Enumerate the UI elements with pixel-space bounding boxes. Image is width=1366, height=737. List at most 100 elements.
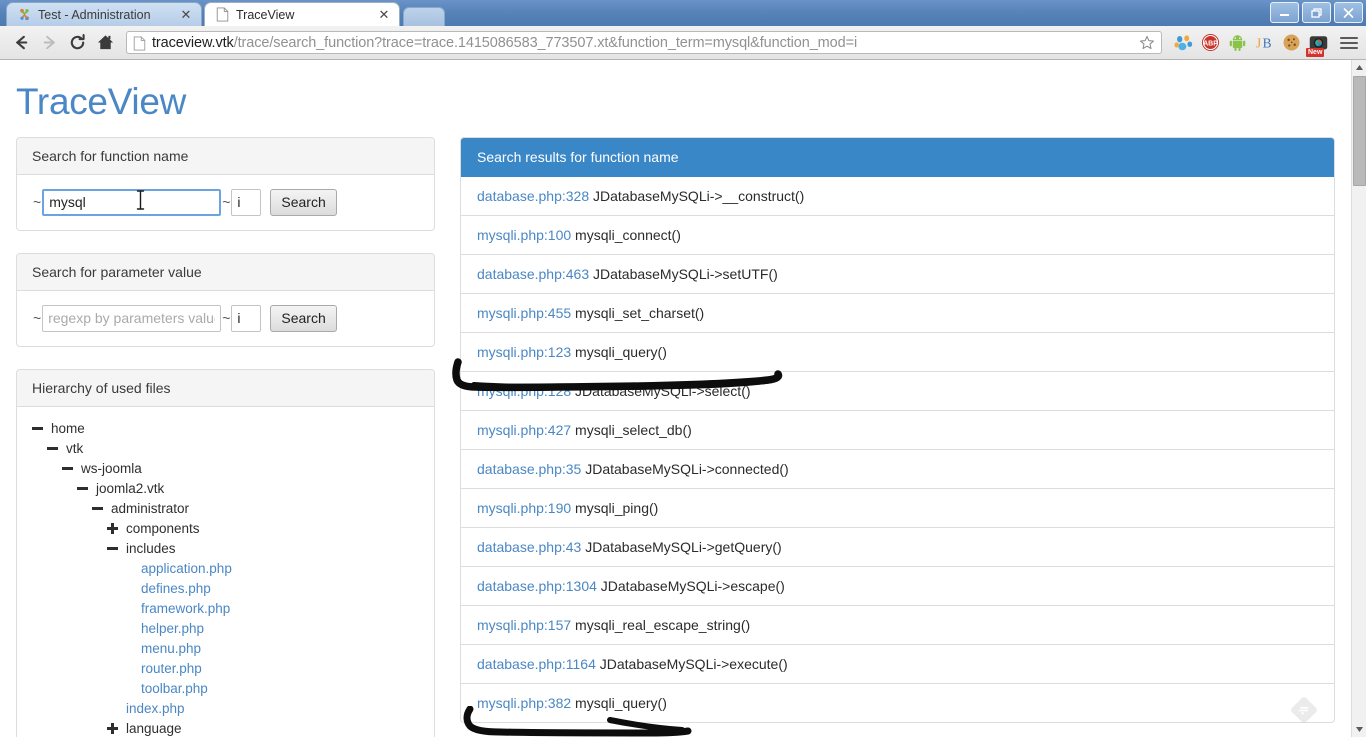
regex-tilde-prefix: ~ — [33, 194, 42, 211]
search-result-row[interactable]: mysqli.php:455 mysqli_set_charset() — [461, 294, 1334, 333]
search-result-row[interactable]: mysqli.php:157 mysqli_real_escape_string… — [461, 606, 1334, 645]
close-button[interactable] — [1334, 2, 1363, 23]
tree-node[interactable]: home — [32, 419, 419, 439]
collapse-toggle-icon[interactable] — [62, 462, 75, 475]
search-result-row[interactable]: database.php:43 JDatabaseMySQLi->getQuer… — [461, 528, 1334, 567]
tree-node[interactable]: vtk — [32, 439, 419, 459]
tree-node[interactable]: framework.php — [32, 599, 419, 619]
search-result-location-link[interactable]: mysqli.php:100 — [477, 227, 571, 243]
scroll-up-arrow-icon[interactable] — [1352, 60, 1366, 75]
tree-file-link[interactable]: application.php — [141, 559, 232, 579]
search-result-row[interactable]: mysqli.php:128 JDatabaseMySQLi->select() — [461, 372, 1334, 411]
function-search-input[interactable] — [42, 188, 222, 216]
tree-file-link[interactable]: defines.php — [141, 579, 211, 599]
collapse-toggle-icon[interactable] — [32, 422, 45, 435]
tree-node[interactable]: router.php — [32, 659, 419, 679]
search-result-row[interactable]: mysqli.php:123 mysqli_query() — [461, 333, 1334, 372]
search-result-function-name: mysqli_ping() — [571, 499, 659, 516]
search-result-location-link[interactable]: mysqli.php:382 — [477, 695, 571, 711]
tree-node[interactable]: language — [32, 719, 419, 737]
search-result-row[interactable]: database.php:463 JDatabaseMySQLi->setUTF… — [461, 255, 1334, 294]
paw-prints-icon[interactable] — [1174, 33, 1193, 52]
tab-title: Test - Administration — [38, 7, 151, 22]
expand-toggle-icon[interactable] — [107, 722, 120, 735]
collapse-toggle-icon[interactable] — [107, 542, 120, 555]
search-result-location-link[interactable]: mysqli.php:157 — [477, 617, 571, 633]
tree-node[interactable]: includes — [32, 539, 419, 559]
search-result-row[interactable]: database.php:35 JDatabaseMySQLi->connect… — [461, 450, 1334, 489]
search-result-location-link[interactable]: mysqli.php:455 — [477, 305, 571, 321]
tree-file-link[interactable]: menu.php — [141, 639, 201, 659]
camera-icon[interactable]: New — [1306, 33, 1328, 57]
page-scrollbar[interactable] — [1351, 60, 1366, 737]
parameter-search-modifier-input[interactable] — [231, 304, 262, 332]
tree-file-link[interactable]: index.php — [126, 699, 185, 719]
restore-button[interactable] — [1302, 2, 1331, 23]
back-arrow-icon[interactable] — [8, 30, 34, 56]
browser-titlebar: Test - Administration ✕ TraceView ✕ — [0, 0, 1366, 26]
search-result-location-link[interactable]: database.php:43 — [477, 539, 581, 555]
search-result-row[interactable]: database.php:1304 JDatabaseMySQLi->escap… — [461, 567, 1334, 606]
scroll-thumb[interactable] — [1353, 76, 1366, 186]
search-result-location-link[interactable]: mysqli.php:123 — [477, 344, 571, 360]
browser-tab-traceview[interactable]: TraceView ✕ — [204, 2, 400, 26]
close-icon[interactable]: ✕ — [377, 7, 391, 22]
tree-node[interactable]: application.php — [32, 559, 419, 579]
svg-text:ABP: ABP — [1203, 41, 1218, 48]
search-result-row[interactable]: mysqli.php:427 mysqli_select_db() — [461, 411, 1334, 450]
browser-tab-test-administration[interactable]: Test - Administration ✕ — [6, 2, 202, 26]
tree-node[interactable]: menu.php — [32, 639, 419, 659]
hierarchy-panel: Hierarchy of used files home vtk ws-joomla… — [16, 368, 435, 737]
bookmark-star-icon[interactable] — [1139, 35, 1155, 51]
tree-file-link[interactable]: toolbar.php — [141, 679, 208, 699]
parameter-search-input[interactable] — [42, 304, 222, 332]
tree-node[interactable]: ws-joomla — [32, 459, 419, 479]
minimize-button[interactable] — [1270, 2, 1299, 23]
tree-node[interactable]: joomla2.vtk — [32, 479, 419, 499]
search-result-location-link[interactable]: database.php:463 — [477, 266, 589, 282]
jb-icon[interactable]: J B — [1255, 33, 1274, 52]
reload-icon[interactable] — [64, 30, 90, 56]
tree-file-link[interactable]: helper.php — [141, 619, 204, 639]
parameter-search-button[interactable]: Search — [270, 304, 337, 332]
search-result-function-name: JDatabaseMySQLi->connected() — [581, 460, 789, 477]
tree-node[interactable]: toolbar.php — [32, 679, 419, 699]
tree-node[interactable]: components — [32, 519, 419, 539]
search-result-row[interactable]: mysqli.php:100 mysqli_connect() — [461, 216, 1334, 255]
search-result-location-link[interactable]: database.php:1164 — [477, 656, 596, 672]
cookie-icon[interactable] — [1282, 33, 1301, 52]
forward-arrow-icon — [36, 30, 62, 56]
function-search-button[interactable]: Search — [270, 188, 337, 216]
home-icon[interactable] — [92, 30, 118, 56]
close-icon[interactable]: ✕ — [179, 7, 193, 22]
address-bar[interactable]: traceview.vtk/trace/search_function?trac… — [126, 31, 1162, 54]
expand-toggle-icon[interactable] — [107, 522, 120, 535]
search-result-row[interactable]: database.php:328 JDatabaseMySQLi->__cons… — [461, 177, 1334, 216]
tree-node[interactable]: index.php — [32, 699, 419, 719]
search-result-row[interactable]: mysqli.php:190 mysqli_ping() — [461, 489, 1334, 528]
scroll-down-arrow-icon[interactable] — [1352, 722, 1366, 737]
parameter-search-panel: Search for parameter value ~ ~ Search — [16, 252, 435, 347]
new-tab-button[interactable] — [403, 7, 445, 26]
search-result-location-link[interactable]: database.php:1304 — [477, 578, 597, 594]
collapse-toggle-icon[interactable] — [77, 482, 90, 495]
collapse-toggle-icon[interactable] — [92, 502, 105, 515]
search-result-row[interactable]: database.php:1164 JDatabaseMySQLi->execu… — [461, 645, 1334, 684]
tree-node[interactable]: defines.php — [32, 579, 419, 599]
tree-node[interactable]: administrator — [32, 499, 419, 519]
search-result-location-link[interactable]: mysqli.php:128 — [477, 383, 571, 399]
search-result-location-link[interactable]: database.php:35 — [477, 461, 581, 477]
regex-tilde-mod-prefix: ~ — [222, 310, 231, 327]
android-robot-icon[interactable] — [1228, 33, 1247, 52]
function-search-modifier-input[interactable] — [231, 188, 262, 216]
tree-node[interactable]: helper.php — [32, 619, 419, 639]
search-result-location-link[interactable]: mysqli.php:190 — [477, 500, 571, 516]
adblock-plus-icon[interactable]: ABP — [1201, 33, 1220, 52]
tree-file-link[interactable]: framework.php — [141, 599, 230, 619]
tree-file-link[interactable]: router.php — [141, 659, 202, 679]
search-result-location-link[interactable]: mysqli.php:427 — [477, 422, 571, 438]
hamburger-menu-icon[interactable] — [1340, 34, 1358, 52]
search-result-location-link[interactable]: database.php:328 — [477, 188, 589, 204]
search-result-row[interactable]: mysqli.php:382 mysqli_query() — [461, 684, 1334, 722]
collapse-toggle-icon[interactable] — [47, 442, 60, 455]
